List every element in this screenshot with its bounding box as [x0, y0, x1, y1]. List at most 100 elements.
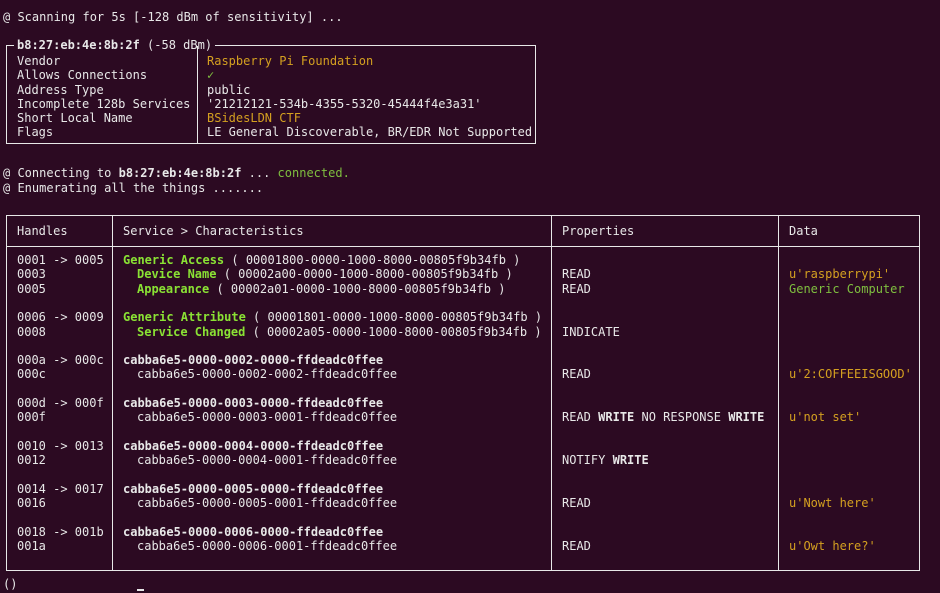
- uuid-text: ( 00001800-0000-1000-8000-00805f9b34fb ): [224, 253, 521, 267]
- uuid-text: cabba6e5-0000-0003-0001-ffdeadc0ffee: [137, 410, 398, 425]
- table-header-divider: [7, 246, 919, 247]
- header-data: Data: [789, 224, 818, 238]
- device-rssi: (-58 dBm): [139, 38, 213, 52]
- service-cell: cabba6e5-0000-0004-0001-ffdeadc0ffee: [123, 453, 397, 467]
- uuid-text: cabba6e5-0000-0004-0001-ffdeadc0ffee: [137, 453, 398, 468]
- device-box-divider: [197, 46, 198, 143]
- property-flag: WRITE: [598, 410, 635, 425]
- device-field-key: Allows Connections: [17, 68, 148, 83]
- handle-cell: 0010 -> 0013: [17, 438, 104, 453]
- handle-cell: 0014 -> 0017: [17, 481, 104, 496]
- service-cell: cabba6e5-0000-0006-0001-ffdeadc0ffee: [123, 539, 397, 553]
- device-box-legend: b8:27:eb:4e:8b:2f (-58 dBm): [14, 38, 216, 53]
- handle-cell: 0005: [17, 281, 46, 296]
- uuid-text: cabba6e5-0000-0006-0000-ffdeadc0ffee: [123, 524, 384, 539]
- header-service: Service > Characteristics: [123, 224, 304, 238]
- service-row: 0018 -> 001b cabba6e5-0000-0006-0000-ffde…: [7, 525, 919, 539]
- handle-cell: 000c: [17, 367, 46, 382]
- handle-cell: 0006 -> 0009: [17, 310, 104, 325]
- data-cell: Generic Computer: [789, 281, 905, 296]
- handle-cell: 000d -> 000f: [17, 396, 104, 410]
- device-field-key: Vendor: [17, 54, 61, 68]
- service-name: Generic Attribute: [123, 310, 246, 325]
- properties-cell: READ WRITE NO RESPONSE WRITE: [562, 410, 764, 424]
- service-row: 0006 -> 0009 Generic Attribute ( 00001801…: [7, 310, 919, 324]
- connect-line: @ Connecting to b8:27:eb:4e:8b:2f ... co…: [3, 166, 350, 180]
- service-cell: cabba6e5-0000-0005-0001-ffdeadc0ffee: [123, 496, 397, 510]
- property-flag: NOTIFY: [562, 453, 606, 468]
- service-row: 000a -> 000c cabba6e5-0000-0002-0000-ffde…: [7, 353, 919, 367]
- characteristic-row: 0003 Device Name ( 00002a00-0000-1000-800…: [7, 267, 919, 281]
- service-cell: cabba6e5-0000-0002-0002-ffdeadc0ffee: [123, 367, 397, 381]
- property-flag: WRITE: [728, 410, 765, 425]
- scan-line: @ Scanning for 5s [-128 dBm of sensitivi…: [3, 10, 343, 24]
- device-field-key: Short Local Name: [17, 111, 133, 126]
- device-field-keys: Vendor Allows Connections Address Type Inco…: [17, 54, 190, 140]
- uuid-text: cabba6e5-0000-0005-0000-ffdeadc0ffee: [123, 481, 384, 496]
- services-table: Handles Service > Characteristics Proper…: [6, 215, 920, 571]
- device-field-key: Incomplete 128b Services: [17, 96, 191, 111]
- uuid-text: cabba6e5-0000-0002-0000-ffdeadc0ffee: [123, 353, 384, 368]
- property-flag: READ: [562, 281, 591, 296]
- service-row: 0010 -> 0013 cabba6e5-0000-0004-0000-ffde…: [7, 439, 919, 453]
- device-field-key: Flags: [17, 125, 54, 140]
- header-properties: Properties: [562, 224, 635, 238]
- properties-cell: READ: [562, 267, 591, 281]
- handle-cell: 0008: [17, 324, 46, 339]
- data-cell: u'Nowt here': [789, 496, 876, 511]
- service-cell: Generic Access ( 00001800-0000-1000-8000…: [123, 253, 520, 267]
- uuid-text: cabba6e5-0000-0003-0000-ffdeadc0ffee: [123, 396, 384, 410]
- device-field-value: public: [207, 82, 251, 97]
- property-flag: INDICATE: [562, 324, 620, 339]
- service-name: Service Changed: [137, 324, 246, 339]
- device-field-key: Address Type: [17, 82, 104, 97]
- handle-cell: 0001 -> 0005: [17, 253, 104, 267]
- service-name: Generic Access: [123, 253, 225, 267]
- properties-cell: NOTIFY WRITE: [562, 453, 649, 467]
- device-field-values: Raspberry Pi Foundation ✓ public '21212121-…: [207, 54, 532, 140]
- text-cursor: [137, 589, 144, 591]
- properties-cell: READ: [562, 539, 591, 553]
- data-cell: u'raspberrypi': [789, 267, 891, 282]
- connect-prefix: @ Connecting to: [3, 166, 119, 180]
- service-cell: Generic Attribute ( 00001801-0000-1000-8…: [123, 310, 542, 324]
- uuid-text: cabba6e5-0000-0006-0001-ffdeadc0ffee: [137, 539, 398, 553]
- service-cell: cabba6e5-0000-0005-0000-ffdeadc0ffee: [123, 482, 383, 496]
- characteristic-row: 000f cabba6e5-0000-0003-0001-ffdeadc0ffee…: [7, 410, 919, 424]
- device-field-value: ✓: [207, 68, 215, 83]
- characteristic-row: 0016 cabba6e5-0000-0005-0001-ffdeadc0ffee…: [7, 496, 919, 510]
- shell-prompt: (): [3, 577, 18, 591]
- device-field-value: '21212121-534b-4355-5320-45444f4e3a31': [207, 96, 482, 111]
- handle-cell: 0016: [17, 496, 46, 511]
- handle-cell: 001a: [17, 539, 46, 553]
- header-handles: Handles: [17, 224, 68, 238]
- characteristic-row: 0005 Appearance ( 00002a01-0000-1000-8000…: [7, 282, 919, 296]
- properties-cell: READ: [562, 282, 591, 296]
- handle-cell: 0003: [17, 267, 46, 282]
- connect-address: b8:27:eb:4e:8b:2f: [118, 166, 242, 180]
- property-flag: READ: [562, 410, 591, 425]
- characteristic-row: 001a cabba6e5-0000-0006-0001-ffdeadc0ffee…: [7, 539, 919, 553]
- properties-cell: READ: [562, 496, 591, 510]
- connect-status: connected.: [277, 166, 350, 180]
- service-row: 0014 -> 0017 cabba6e5-0000-0005-0000-ffde…: [7, 482, 919, 496]
- handle-cell: 000a -> 000c: [17, 353, 104, 368]
- service-cell: cabba6e5-0000-0003-0001-ffdeadc0ffee: [123, 410, 397, 424]
- service-cell: Appearance ( 00002a01-0000-1000-8000-008…: [123, 282, 505, 296]
- property-flag: WRITE: [612, 453, 649, 468]
- service-row: 0001 -> 0005 Generic Access ( 00001800-00…: [7, 253, 919, 267]
- device-field-value: Raspberry Pi Foundation: [207, 54, 374, 68]
- characteristic-row: 0008 Service Changed ( 00002a05-0000-1000…: [7, 325, 919, 339]
- uuid-text: cabba6e5-0000-0002-0002-ffdeadc0ffee: [137, 367, 398, 382]
- data-cell: u'2:COFFEEISGOOD': [789, 367, 912, 382]
- service-cell: cabba6e5-0000-0004-0000-ffdeadc0ffee: [123, 439, 383, 453]
- data-cell: u'not set': [789, 410, 862, 425]
- connect-middle: ...: [241, 166, 278, 180]
- uuid-text: ( 00001801-0000-1000-8000-00805f9b34fb ): [245, 310, 543, 325]
- device-address: b8:27:eb:4e:8b:2f: [17, 38, 140, 52]
- characteristic-row: 0012 cabba6e5-0000-0004-0001-ffdeadc0ffee…: [7, 453, 919, 467]
- service-name: Device Name: [137, 267, 217, 282]
- uuid-text: cabba6e5-0000-0004-0000-ffdeadc0ffee: [123, 438, 384, 453]
- uuid-text: ( 00002a05-0000-1000-8000-00805f9b34fb ): [245, 324, 542, 339]
- service-cell: cabba6e5-0000-0002-0000-ffdeadc0ffee: [123, 353, 383, 367]
